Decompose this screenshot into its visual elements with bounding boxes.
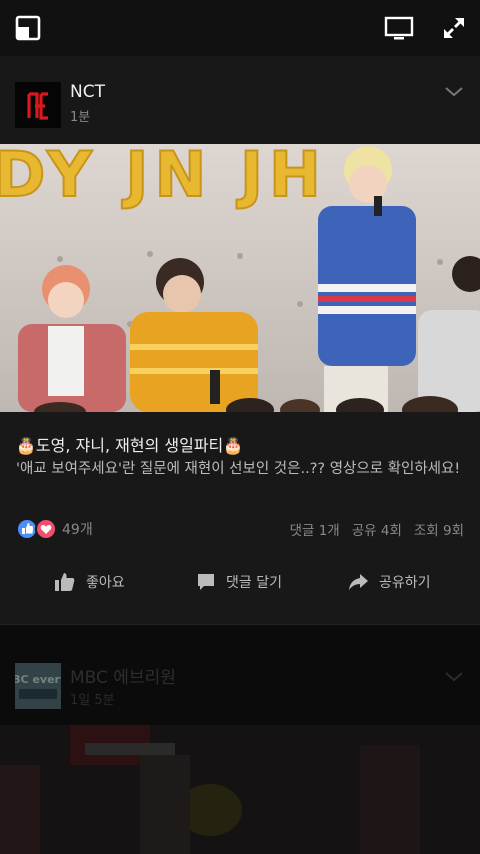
share-count[interactable]: 공유 4회 — [352, 523, 402, 539]
comment-button[interactable]: 댓글 달기 — [196, 568, 282, 596]
comment-icon — [198, 574, 214, 590]
like-button[interactable]: 좋아요 — [54, 568, 125, 596]
fullscreen-icon[interactable] — [440, 14, 468, 42]
thumbs-up-icon — [55, 573, 75, 591]
post-page-name[interactable]: NCT — [70, 82, 105, 102]
caption-body: '애교 보여주세요'란 질문에 재현이 선보인 것은..?? 영상으로 확인하세… — [16, 461, 461, 477]
share-button[interactable]: 공유하기 — [347, 568, 431, 596]
post-timestamp[interactable]: 1분 — [70, 106, 90, 125]
next-post-page-name[interactable]: MBC 에브리원 — [70, 663, 176, 688]
post-stats: 댓글 1개 공유 4회 조회 9회 — [278, 519, 464, 539]
mbc-every1-avatar[interactable]: MBC every1 — [1, 663, 75, 709]
nct-page-avatar[interactable] — [15, 82, 61, 128]
svg-text:MBC every1: MBC every1 — [15, 673, 61, 686]
video-top-bar — [0, 0, 480, 56]
picture-in-picture-icon[interactable] — [14, 14, 42, 42]
like-love-reaction-icon — [16, 518, 57, 540]
cast-to-tv-icon[interactable] — [384, 14, 414, 42]
next-post-video[interactable] — [0, 725, 480, 854]
chevron-down-icon[interactable] — [443, 84, 465, 100]
next-video-frame-image — [0, 725, 480, 854]
balloon-letters: DY JN JH — [0, 144, 327, 211]
birthday-cake-icon: 🎂 — [16, 436, 36, 455]
next-post-dimmed: MBC every1 MBC 에브리원 1일 5분 — [0, 625, 480, 854]
video-frame-image: DY JN JH — [0, 144, 480, 412]
comment-count[interactable]: 댓글 1개 — [290, 523, 340, 539]
reaction-count[interactable]: 49개 — [62, 519, 93, 539]
share-arrow-icon — [349, 574, 368, 590]
chevron-down-icon[interactable] — [443, 669, 465, 685]
mbc-every1-logo-icon: MBC every1 — [1, 663, 75, 709]
view-count[interactable]: 조회 9회 — [414, 523, 464, 539]
video-player[interactable]: DY JN JH — [0, 144, 480, 412]
next-post-timestamp[interactable]: 1일 5분 — [70, 689, 115, 708]
reaction-icons[interactable] — [16, 517, 60, 541]
birthday-cake-icon: 🎂 — [223, 436, 244, 455]
nct-logo-icon — [15, 82, 61, 128]
caption-title: 🎂도영, 쟈니, 재현의 생일파티🎂 — [16, 436, 244, 455]
